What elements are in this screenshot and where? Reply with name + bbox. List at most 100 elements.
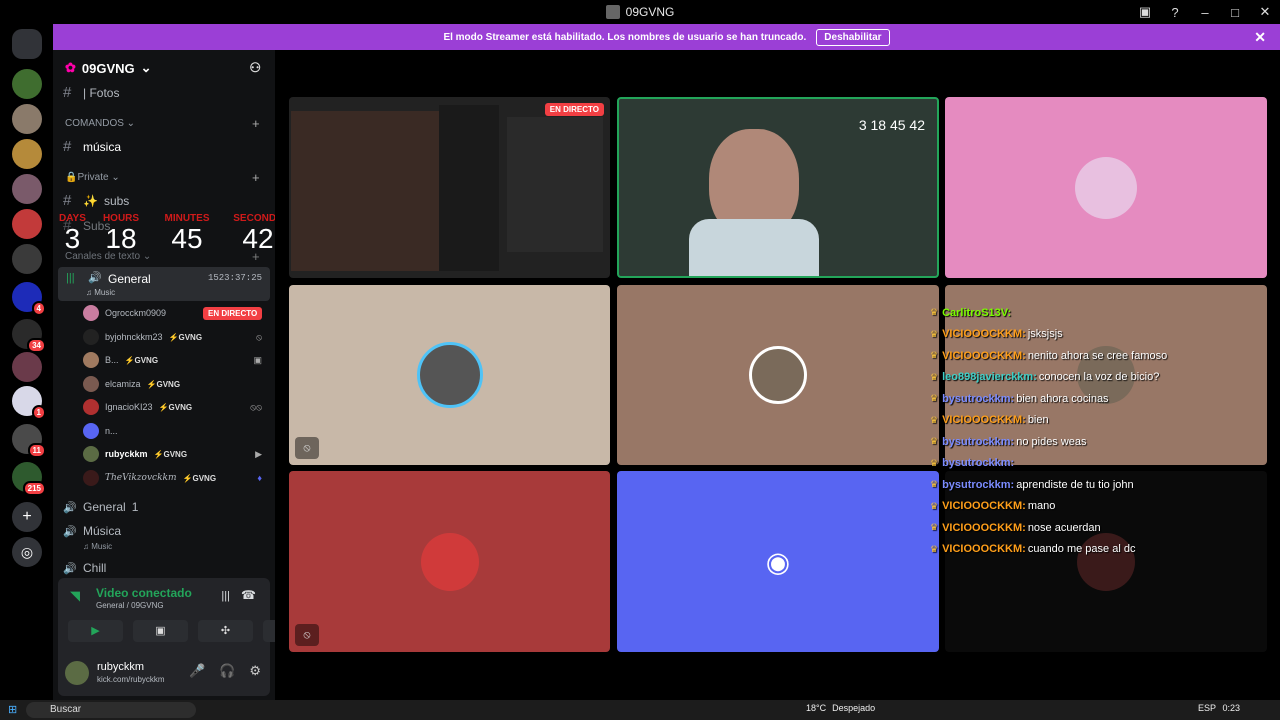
disable-streamer-button[interactable]: Deshabilitar	[816, 28, 890, 46]
add-channel-icon[interactable]: +	[252, 249, 260, 264]
voice-channel-general1[interactable]: 🔊 General 1	[63, 500, 268, 514]
add-channel-icon[interactable]: +	[252, 116, 260, 131]
chat-text: bien	[1027, 414, 1049, 427]
voice-member[interactable]: rubyckkm ⚡GVNG ▶	[83, 444, 268, 464]
channel-musica[interactable]: # música	[63, 138, 268, 155]
mention-badge: 1	[31, 405, 46, 420]
badge-icon: ♛	[930, 522, 939, 533]
chat-message: ♛ bysutrockkm: no pides weas	[930, 431, 1230, 453]
voice-member[interactable]: byjohnckkm23 ⚡GVNG ⦸	[83, 327, 268, 347]
clock[interactable]: 0:23	[1222, 703, 1240, 713]
speaker-icon: 🔊	[88, 272, 102, 284]
countdown-minutes: MINUTES 45	[164, 213, 210, 254]
server-item[interactable]	[12, 104, 42, 134]
category-comandos[interactable]: COMANDOS ⌄ +	[65, 116, 260, 131]
noise-suppression-icon[interactable]: |||	[221, 590, 230, 602]
invite-icon[interactable]: ⚇	[249, 60, 261, 76]
maximize-button[interactable]: □	[1220, 5, 1250, 20]
chat-message: ♛ VICIOOOCKKM: bien	[930, 410, 1230, 432]
gear-icon[interactable]: ⚙	[249, 663, 261, 679]
add-server-icon[interactable]: +	[12, 502, 42, 532]
live-badge: EN DIRECTO	[203, 306, 263, 320]
participant-tile[interactable]: ⦸	[289, 285, 610, 465]
participant-tile[interactable]: ⦸	[289, 471, 610, 652]
chat-text: conocen la voz de bicio?	[1038, 371, 1160, 384]
add-channel-icon[interactable]: +	[252, 170, 260, 185]
voice-channel-general[interactable]: ||| 🔊 General ♫ Music 1523:37:25	[58, 267, 270, 301]
server-item[interactable]	[12, 139, 42, 169]
participant-tile[interactable]: ◉	[617, 471, 939, 652]
avatar	[83, 352, 99, 368]
taskbar: ⊞ Buscar 18°C Despejado ESP 0:23	[0, 700, 1280, 720]
member-tag: ⚡GVNG	[168, 332, 203, 342]
channel-subs[interactable]: # ✨ subs	[63, 192, 268, 209]
server-item[interactable]: 1	[12, 386, 46, 420]
username[interactable]: rubyckkm	[97, 661, 144, 673]
help-icon[interactable]: ?	[1160, 5, 1190, 20]
chat-message: ♛ bysutrockkm: aprendiste de tu tio john	[930, 474, 1230, 496]
avatar[interactable]	[65, 661, 89, 685]
camera-button[interactable]: ▶	[68, 620, 123, 642]
voice-member[interactable]: elcamiza ⚡GVNG	[83, 374, 268, 394]
server-item[interactable]	[12, 352, 42, 382]
inbox-icon[interactable]: ▣	[1130, 4, 1160, 20]
speaker-icon: 🔊	[63, 501, 77, 514]
server-item[interactable]	[12, 69, 42, 99]
deafened-icon: ⦸	[295, 624, 319, 646]
minimize-button[interactable]: –	[1190, 5, 1220, 20]
server-item[interactable]: 11	[12, 424, 46, 458]
server-item[interactable]: 4	[12, 282, 46, 316]
server-item[interactable]	[12, 174, 42, 204]
voice-member[interactable]: TheVikzovckkm ⚡GVNG ♦	[83, 468, 268, 488]
participant-tile[interactable]	[945, 97, 1267, 278]
server-item[interactable]: 215	[12, 462, 46, 496]
microphone-icon[interactable]: 🎤	[189, 663, 205, 679]
server-item[interactable]	[12, 244, 42, 274]
activities-button[interactable]: ✣	[198, 620, 253, 642]
weather-widget[interactable]: 18°C Despejado	[806, 703, 875, 713]
user-panel: rubyckkm kick.com/rubyckkm 🎤 🎧 ⚙	[53, 655, 275, 700]
voice-member[interactable]: B... ⚡GVNG ▣	[83, 350, 268, 370]
disconnect-icon[interactable]: ☎	[241, 588, 256, 602]
voice-duration: 1523:37:25	[207, 273, 262, 283]
chat-username: VICIOOOCKKM:	[942, 414, 1026, 427]
voice-member[interactable]: IgnacioKI23 ⚡GVNG ⦸⦸	[83, 397, 268, 417]
search-input[interactable]: Buscar	[26, 702, 196, 718]
voice-location[interactable]: General / 09GVNG	[96, 601, 164, 610]
voice-status[interactable]: Video conectado	[96, 586, 192, 600]
close-button[interactable]: ✕	[1250, 4, 1280, 20]
channel-label: Música	[83, 524, 122, 538]
channel-fotos[interactable]: # | Fotos	[63, 84, 268, 101]
language-indicator[interactable]: ESP	[1198, 703, 1216, 713]
chevron-down-icon: ⌄	[140, 60, 152, 75]
discord-home-icon[interactable]	[12, 29, 42, 59]
category-private[interactable]: 🔒Private ⌄ +	[65, 170, 260, 185]
voice-member[interactable]: n...	[83, 421, 268, 441]
close-icon[interactable]: ✕	[1254, 29, 1266, 46]
headphones-icon[interactable]: 🎧	[219, 663, 235, 679]
channel-label: subs	[103, 193, 130, 208]
server-item[interactable]	[12, 209, 42, 239]
screen-share-button[interactable]: ▣	[133, 620, 188, 642]
category-texto[interactable]: Canales de texto ⌄ +	[65, 249, 260, 264]
countdown-days: DAYS 3	[59, 213, 86, 254]
deafened-icon: ⦸⦸	[250, 401, 262, 412]
explore-icon[interactable]: ◎	[12, 537, 42, 567]
voice-channel-musica[interactable]: 🔊 Música	[63, 524, 268, 538]
participant-tile[interactable]	[617, 285, 939, 465]
chat-text: no pides weas	[1016, 435, 1087, 448]
member-tag: ⚡GVNG	[124, 355, 159, 365]
badge-icon: ♛	[930, 307, 939, 318]
webcam-tile[interactable]: 3 18 45 42	[617, 97, 939, 278]
server-item[interactable]: 34	[12, 319, 46, 353]
avatar	[420, 532, 479, 591]
voice-member[interactable]: Ogrocckm0909 EN DIRECTO	[83, 303, 268, 323]
voice-channel-label: General	[108, 272, 151, 286]
windows-icon[interactable]: ⊞	[8, 703, 17, 716]
category-label: COMANDOS	[65, 118, 124, 129]
voice-channel-chill[interactable]: 🔊 Chill	[63, 561, 268, 575]
server-list: 4 34 1 11 215 + ◎	[0, 24, 53, 700]
badge-icon: ♛	[930, 457, 939, 468]
stream-tile[interactable]: EN DIRECTO	[289, 97, 610, 278]
server-header[interactable]: ✿ 09GVNG ⌄ ⚇	[65, 60, 275, 76]
